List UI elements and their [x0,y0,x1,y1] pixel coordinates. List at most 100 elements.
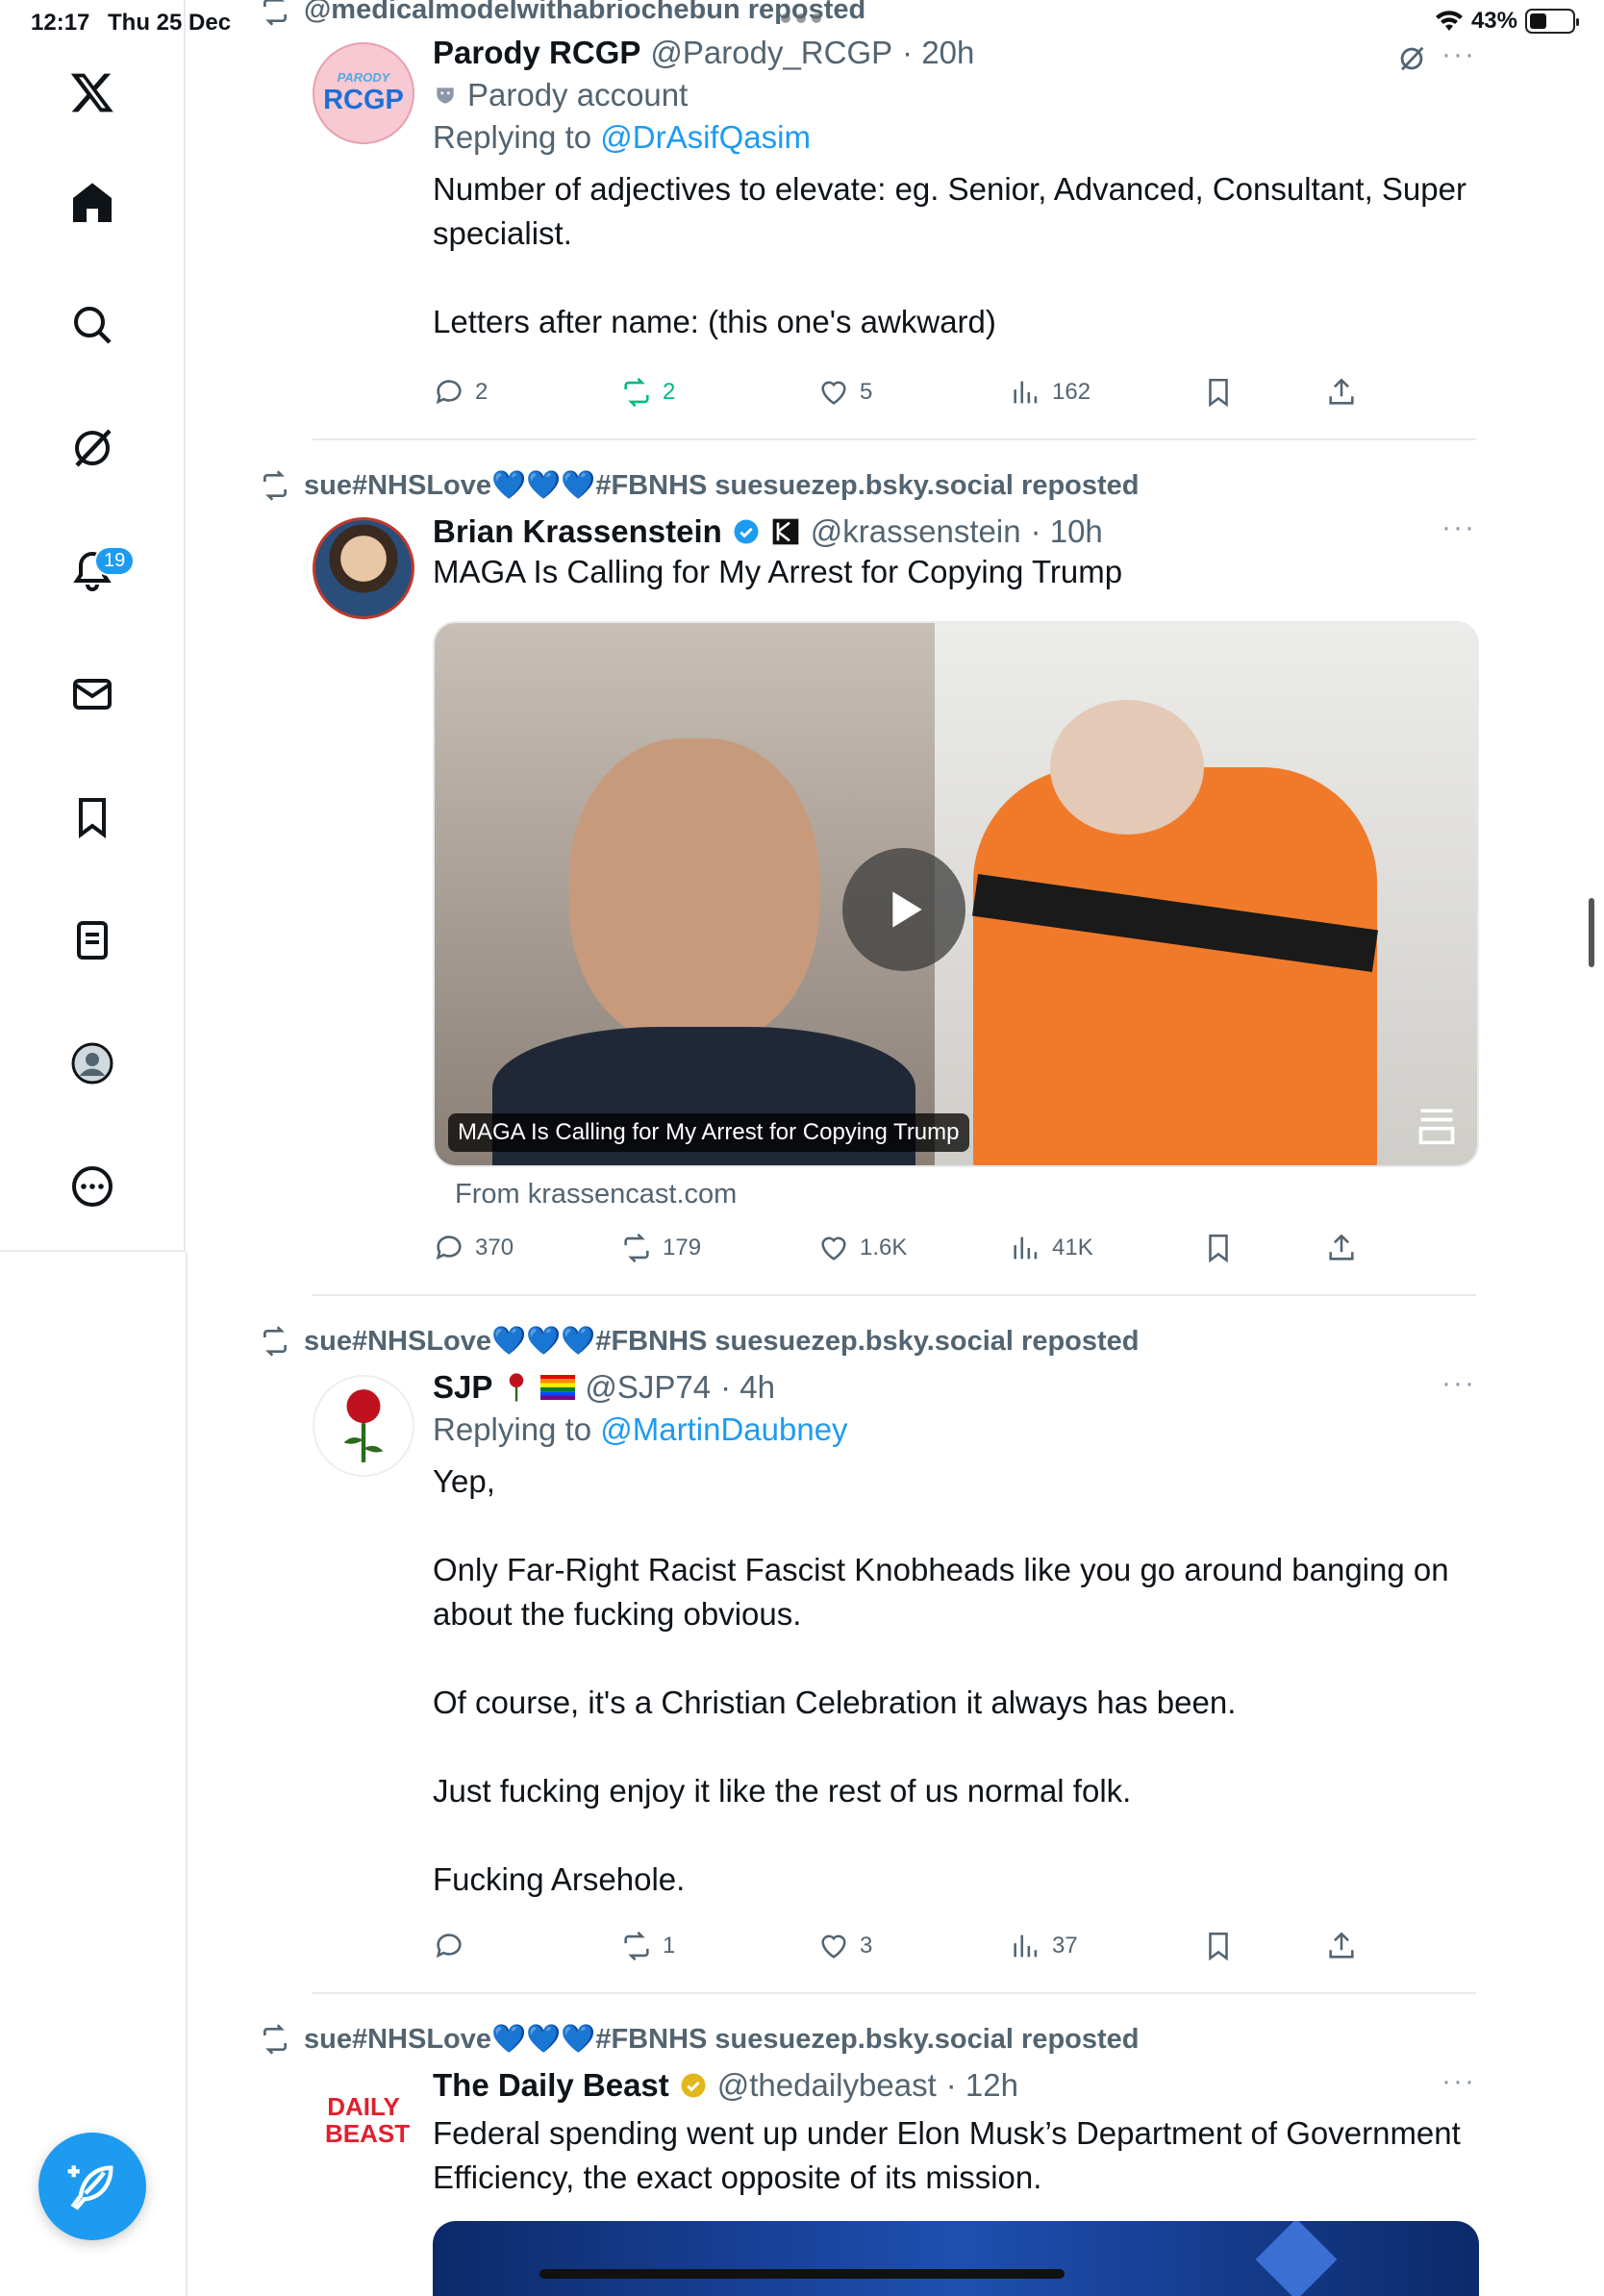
x-logo-icon[interactable] [58,58,127,127]
repost-label: sue#NHSLove💙💙💙#FBNHS suesuezep.bsky.soci… [304,1326,1140,1357]
reply-button[interactable]: 370 [433,1232,514,1264]
more-options-icon[interactable]: ··· [1441,2065,1476,2098]
author-name[interactable]: Brian Krassenstein [433,513,722,550]
bookmarks-icon[interactable] [58,783,127,852]
reply-button[interactable]: 2 [433,376,488,409]
author-handle[interactable]: @SJP74 [585,1369,711,1406]
repost-label: @medicalmodelwithabriochebun reposted [304,0,866,25]
more-options-icon[interactable]: ··· [1441,1367,1476,1400]
tweet-paragraph: Fucking Arsehole. [433,1861,686,1897]
share-button[interactable] [1325,376,1358,409]
replying-to: Replying to @DrAsifQasim [433,119,1481,156]
tweet-paragraph: Of course, it's a Christian Celebration … [433,1685,1237,1720]
author-name[interactable]: SJP [433,1369,492,1406]
repost-button[interactable]: 179 [620,1232,701,1264]
home-icon[interactable] [58,168,127,237]
tweet-time[interactable]: · 4h [720,1369,775,1406]
article-image[interactable] [433,2221,1479,2296]
replying-to-label: Replying to [433,119,601,155]
video-player[interactable]: MAGA Is Calling for My Arrest for Copyin… [433,621,1479,1167]
link-source[interactable]: From krassencast.com [455,1179,737,1210]
repost-indicator[interactable]: sue#NHSLove💙💙💙#FBNHS suesuezep.bsky.soci… [260,1325,1140,1358]
mask-icon [437,87,454,104]
bookmark-button[interactable] [1202,376,1235,409]
profile-avatar-icon[interactable] [58,1029,127,1098]
views-icon [1014,1236,1038,1260]
tweet-actions: 1 3 37 [433,1927,1356,1965]
avatar[interactable]: PARODY RCGP [313,42,414,144]
avatar-text: RCGP [323,85,404,115]
reply-count: 370 [475,1235,514,1260]
video-caption: MAGA Is Calling for My Arrest for Copyin… [448,1113,969,1152]
messages-icon[interactable] [58,660,127,729]
reply-mention-link[interactable]: @MartinDaubney [600,1411,847,1447]
avatar[interactable] [313,1375,414,1477]
share-button[interactable] [1325,1930,1358,1962]
gold-verified-badge-icon [681,2073,706,2098]
share-button[interactable] [1325,1232,1358,1264]
author-handle[interactable]: @Parody_RCGP [650,35,892,71]
reply-icon [436,1934,462,1959]
share-icon [1329,1932,1354,1959]
reply-mention-link[interactable]: @DrAsifQasim [600,119,811,155]
avatar[interactable]: DAILY BEAST [313,2069,414,2171]
tweet-paragraph: Yep, [433,1463,495,1499]
repost-button[interactable]: 1 [620,1930,675,1962]
notifications-icon[interactable]: 19 [58,537,136,606]
orange-jumpsuit [973,767,1377,1165]
author-name[interactable]: Parody RCGP [433,35,640,71]
like-button[interactable]: 3 [817,1930,872,1962]
author-handle[interactable]: @thedailybeast [717,2067,937,2104]
tweet-paragraph: Letters after name: (this one's awkward) [433,304,996,339]
like-button[interactable]: 1.6K [817,1232,907,1264]
repost-indicator[interactable]: @medicalmodelwithabriochebun reposted [260,0,865,26]
media-bookmark-icon[interactable] [1416,1104,1458,1146]
tweet-time[interactable]: · 12h [946,2067,1018,2104]
status-right: 43% [1435,8,1579,35]
views-button[interactable]: 162 [1010,376,1090,409]
tweet-text: Number of adjectives to elevate: eg. Sen… [433,167,1481,344]
repost-indicator[interactable]: sue#NHSLove💙💙💙#FBNHS suesuezep.bsky.soci… [260,469,1140,502]
repost-count: 2 [663,379,676,405]
repost-button[interactable]: 2 [620,376,675,409]
like-button[interactable]: 5 [817,376,872,409]
views-icon [1014,1934,1038,1958]
more-options-icon[interactable]: ··· [1441,512,1476,544]
sidebar-nav: 19 [0,0,186,1252]
heart-icon [821,1236,846,1260]
view-count: 37 [1052,1933,1078,1959]
tweet-time[interactable]: · 10h [1031,513,1103,550]
lists-icon[interactable] [58,906,127,975]
more-icon[interactable] [58,1152,127,1221]
bookmark-button[interactable] [1202,1930,1235,1962]
author-handle[interactable]: @krassenstein [811,513,1021,550]
play-button[interactable] [842,848,965,971]
repost-indicator[interactable]: sue#NHSLove💙💙💙#FBNHS suesuezep.bsky.soci… [260,2023,1140,2056]
tweet-time[interactable]: · 20h [902,35,974,71]
heart-icon [821,381,846,405]
search-icon[interactable] [58,290,127,360]
reply-button[interactable] [433,1930,475,1962]
repost-icon [263,470,287,501]
views-icon [1014,381,1038,404]
share-icon [1329,1234,1354,1260]
repost-label: sue#NHSLove💙💙💙#FBNHS suesuezep.bsky.soci… [304,470,1140,501]
views-button[interactable]: 41K [1010,1232,1093,1264]
tweet-actions: 2 2 5 162 [433,373,1356,412]
views-button[interactable]: 37 [1010,1930,1078,1962]
tweet-text: Federal spending went up under Elon Musk… [433,2111,1481,2200]
tweet-content: Parody RCGP @Parody_RCGP · 20h Parody ac… [433,35,1481,344]
tweet-content: SJP @SJP74 · 4h Replying to @MartinDaubn… [433,1369,1481,1902]
home-indicator[interactable] [539,2269,1065,2279]
more-options-icon[interactable]: ··· [1441,38,1476,71]
bookmark-icon [1209,1932,1228,1961]
author-name[interactable]: The Daily Beast [433,2067,669,2104]
like-count: 1.6K [860,1235,908,1260]
grok-icon[interactable] [58,413,127,483]
bookmark-button[interactable] [1202,1232,1235,1264]
scrollbar-thumb[interactable] [1589,898,1594,967]
avatar[interactable] [313,517,414,619]
reply-count: 2 [475,379,489,405]
grok-icon[interactable] [1395,42,1428,75]
compose-button[interactable] [38,2133,146,2240]
